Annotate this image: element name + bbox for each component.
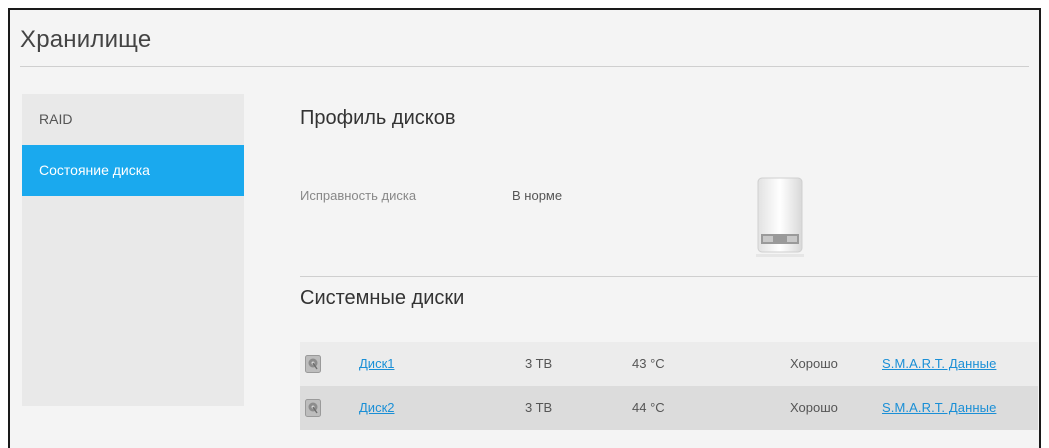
disk-icon	[305, 399, 321, 417]
nas-device-icon	[756, 177, 804, 257]
disk-size: 3 TB	[525, 400, 553, 415]
sidebar-item-raid[interactable]: RAID	[22, 94, 244, 145]
disk-status: Хорошо	[790, 400, 838, 415]
disk-temperature: 43 °C	[632, 356, 665, 371]
smart-data-link[interactable]: S.M.A.R.T. Данные	[882, 342, 996, 386]
disk-temperature: 44 °C	[632, 400, 665, 415]
disk-name-link[interactable]: Диск1	[359, 342, 394, 386]
disk-icon	[305, 355, 321, 373]
disk-health-value: В норме	[512, 188, 563, 203]
sidebar-item-disk-status[interactable]: Состояние диска	[22, 145, 244, 196]
disk-status: Хорошо	[790, 356, 838, 371]
disk-name-link[interactable]: Диск2	[359, 386, 394, 430]
table-row: Диск2 3 TB 44 °C Хорошо S.M.A.R.T. Данны…	[300, 386, 1038, 430]
page-title: Хранилище	[20, 26, 152, 53]
system-disks-table: Диск1 3 TB 43 °C Хорошо S.M.A.R.T. Данны…	[300, 342, 1038, 430]
table-row: Диск1 3 TB 43 °C Хорошо S.M.A.R.T. Данны…	[300, 342, 1038, 386]
sidebar: RAID Состояние диска	[22, 94, 244, 406]
smart-data-link[interactable]: S.M.A.R.T. Данные	[882, 386, 996, 430]
disk-health-label: Исправность диска	[300, 188, 417, 203]
system-disks-heading: Системные диски	[300, 287, 465, 309]
title-divider	[20, 66, 1029, 67]
disk-size: 3 TB	[525, 356, 553, 371]
section-divider	[300, 276, 1038, 277]
storage-panel: Хранилище RAID Состояние диска Профиль д…	[8, 8, 1041, 448]
disk-profile-heading: Профиль дисков	[300, 107, 456, 129]
